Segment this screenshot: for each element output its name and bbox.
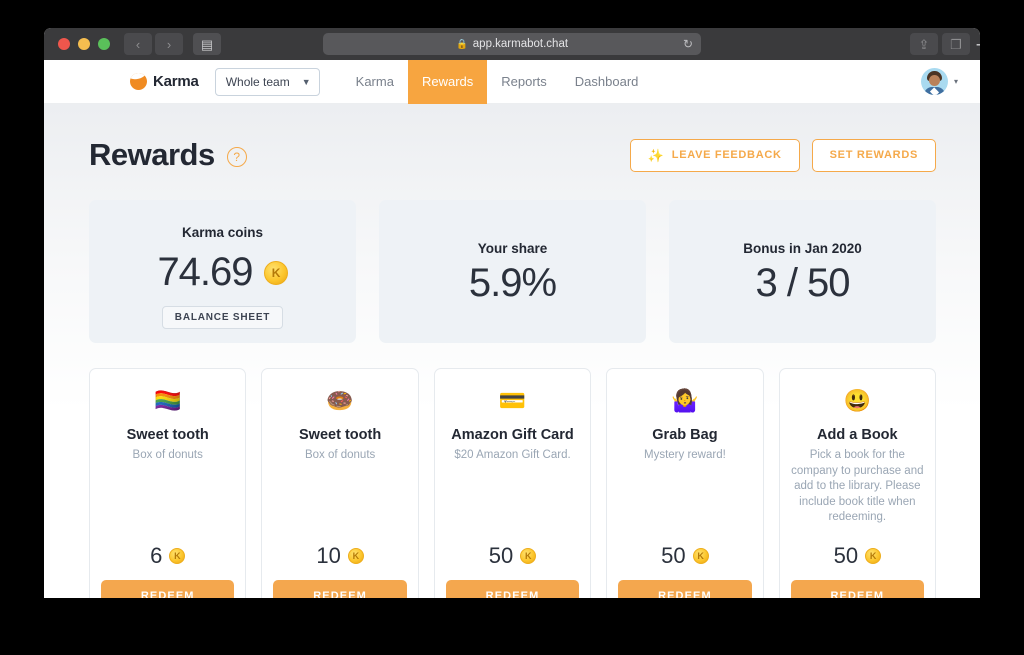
browser-window: ‹ › ▤ 🔒 app.karmabot.chat ↻ ⇪ ❐ + Karma … <box>44 28 980 598</box>
url-text: app.karmabot.chat <box>472 38 569 50</box>
reward-description: Box of donuts <box>304 449 376 462</box>
browser-nav-buttons: ‹ › <box>124 33 183 55</box>
reward-price: 6 <box>150 543 163 568</box>
browser-right-controls: ⇪ ❐ <box>910 33 972 55</box>
team-selector-value: Whole team <box>225 74 290 89</box>
stat-value-wrap: 74.69 K <box>157 250 288 295</box>
reward-title: Amazon Gift Card <box>451 427 574 443</box>
forward-icon[interactable]: › <box>155 33 183 55</box>
reward-description: $20 Amazon Gift Card. <box>454 449 571 462</box>
reward-price-wrap: 50 K <box>833 543 882 569</box>
redeem-button[interactable]: REDEEM <box>101 580 235 598</box>
reward-price: 50 <box>833 543 859 568</box>
reward-price-wrap: 6 K <box>150 543 186 569</box>
stat-value: 74.69 <box>157 250 253 294</box>
grinning-face-icon: 😃 <box>843 388 872 413</box>
main-nav: Karma Rewards Reports Dashboard <box>342 59 653 104</box>
reward-description: Box of donuts <box>132 449 203 462</box>
reward-title: Add a Book <box>817 427 898 443</box>
app-header: Karma Whole team ▼ Karma Rewards Reports… <box>44 59 980 104</box>
minimize-window-button[interactable] <box>78 38 90 50</box>
redeem-button[interactable]: REDEEM <box>445 580 580 598</box>
reward-price-wrap: 10 K <box>316 543 364 569</box>
tab-karma[interactable]: Karma <box>342 60 408 104</box>
balance-sheet-button[interactable]: BALANCE SHEET <box>161 306 284 329</box>
reward-card[interactable]: 🤷‍♀️ Grab Bag Mystery reward! 50 K REDEE… <box>606 368 764 598</box>
stat-label: Bonus in Jan 2020 <box>743 241 862 256</box>
brand-name: Karma <box>153 73 199 90</box>
maximize-window-button[interactable] <box>98 38 110 50</box>
rewards-row: 🏳️‍🌈 Sweet tooth Box of donuts 6 K REDEE… <box>89 368 937 598</box>
page-actions: ✨ LEAVE FEEDBACK SET REWARDS <box>629 138 936 172</box>
stat-card-your-share: Your share 5.9% <box>379 200 646 343</box>
stat-card-bonus: Bonus in Jan 2020 3 / 50 <box>669 200 936 343</box>
close-window-button[interactable] <box>58 38 70 50</box>
credit-card-icon: 💳 <box>498 388 527 413</box>
user-menu[interactable]: ▾ <box>920 68 958 95</box>
set-rewards-label: SET REWARDS <box>829 149 918 161</box>
reward-card[interactable]: 🍩 Sweet tooth Box of donuts 10 K REDEEM <box>261 368 419 598</box>
reward-price: 50 <box>661 543 686 568</box>
team-selector[interactable]: Whole team ▼ <box>214 67 320 96</box>
back-icon[interactable]: ‹ <box>124 33 152 55</box>
help-icon[interactable]: ? <box>226 147 247 167</box>
reward-title: Sweet tooth <box>299 427 382 443</box>
karma-coin-icon: K <box>347 548 364 564</box>
reward-description: Pick a book for the company to purchase … <box>791 449 924 524</box>
stat-card-karma-coins: Karma coins 74.69 K BALANCE SHEET <box>89 200 356 343</box>
chevron-down-icon: ▾ <box>953 77 958 86</box>
donut-icon: 🍩 <box>326 388 354 413</box>
stat-label: Karma coins <box>181 225 264 240</box>
reload-icon[interactable]: ↻ <box>683 37 693 51</box>
page-title: Rewards <box>89 137 215 172</box>
karma-coin-icon: K <box>865 548 882 564</box>
set-rewards-button[interactable]: SET REWARDS <box>811 138 936 172</box>
redeem-button[interactable]: REDEEM <box>790 580 925 598</box>
redeem-button[interactable]: REDEEM <box>273 580 407 598</box>
reward-price-wrap: 50 K <box>488 543 537 569</box>
stat-value: 5.9% <box>468 261 557 305</box>
reward-description: Mystery reward! <box>644 449 726 462</box>
reward-price: 50 <box>488 543 514 568</box>
tab-rewards[interactable]: Rewards <box>407 59 488 104</box>
traffic-lights <box>58 38 110 50</box>
leave-feedback-label: LEAVE FEEDBACK <box>671 149 782 161</box>
brand-logo[interactable]: Karma <box>130 73 199 90</box>
karma-coin-icon: K <box>692 548 709 564</box>
avatar-face <box>928 75 940 86</box>
stats-row: Karma coins 74.69 K BALANCE SHEET Your s… <box>89 200 936 343</box>
redeem-button[interactable]: REDEEM <box>618 580 752 598</box>
reward-card[interactable]: 💳 Amazon Gift Card $20 Amazon Gift Card.… <box>433 368 592 598</box>
avatar[interactable] <box>920 68 948 95</box>
rainbow-flag-icon: 🏳️‍🌈 <box>154 388 182 413</box>
karma-coin-icon: K <box>520 548 537 564</box>
karma-logo-icon <box>130 73 147 90</box>
new-tab-icon[interactable]: + <box>964 32 980 58</box>
karma-coin-icon: K <box>169 548 186 564</box>
stat-value: 3 / 50 <box>755 261 850 305</box>
reward-title: Sweet tooth <box>126 427 209 443</box>
karma-coin-icon: K <box>263 260 288 285</box>
browser-titlebar: ‹ › ▤ 🔒 app.karmabot.chat ↻ ⇪ ❐ + <box>44 28 980 60</box>
reward-price: 10 <box>316 543 341 568</box>
reward-title: Grab Bag <box>652 427 718 443</box>
page-title-row: Rewards ? ✨ LEAVE FEEDBACK SET REWARDS <box>89 132 936 178</box>
sidebar-toggle-icon[interactable]: ▤ <box>193 33 221 55</box>
reward-price-wrap: 50 K <box>661 543 709 569</box>
shrug-icon: 🤷‍♀️ <box>671 388 699 413</box>
share-icon[interactable]: ⇪ <box>910 33 938 55</box>
tab-reports[interactable]: Reports <box>487 60 561 104</box>
tab-dashboard[interactable]: Dashboard <box>561 60 653 104</box>
reward-card[interactable]: 🏳️‍🌈 Sweet tooth Box of donuts 6 K REDEE… <box>89 368 247 598</box>
lock-icon: 🔒 <box>455 38 468 50</box>
chevron-down-icon: ▼ <box>301 76 311 87</box>
reward-card[interactable]: 😃 Add a Book Pick a book for the company… <box>778 368 937 598</box>
page-body: Rewards ? ✨ LEAVE FEEDBACK SET REWARDS K… <box>44 104 980 598</box>
address-bar[interactable]: 🔒 app.karmabot.chat ↻ <box>323 33 701 55</box>
leave-feedback-button[interactable]: ✨ LEAVE FEEDBACK <box>629 138 800 172</box>
stat-label: Your share <box>477 241 548 256</box>
sparkles-icon: ✨ <box>647 147 665 163</box>
